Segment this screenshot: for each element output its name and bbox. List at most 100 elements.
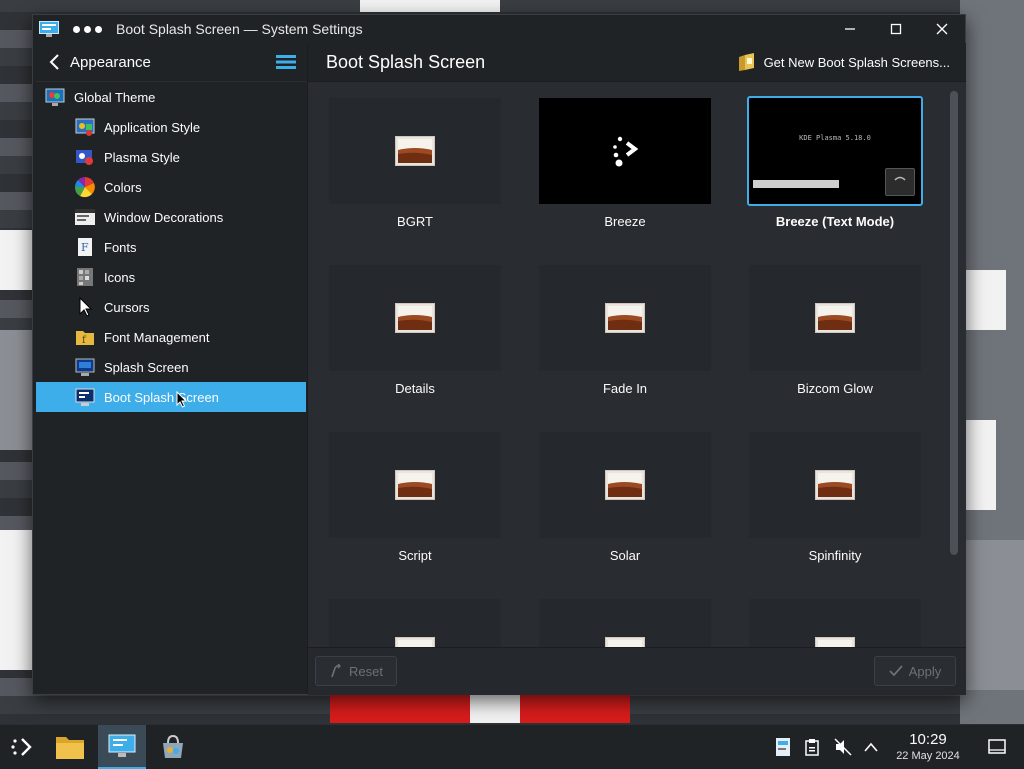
cursors-icon	[79, 296, 93, 317]
clipboard-icon[interactable]	[804, 738, 820, 756]
get-new-button[interactable]: Get New Boot Splash Screens...	[738, 52, 950, 72]
reset-button[interactable]: Reset	[315, 656, 397, 686]
sidebar-item-fonts[interactable]: F Fonts	[36, 232, 306, 262]
back-arrow-icon[interactable]	[48, 54, 62, 70]
hamburger-menu-icon[interactable]	[276, 55, 296, 69]
taskbar-software-center[interactable]	[150, 725, 196, 769]
maximize-button[interactable]	[873, 15, 919, 43]
sidebar-item-application-style[interactable]: Application Style	[36, 112, 306, 142]
sidebar-item-cursors[interactable]: Cursors	[36, 292, 306, 322]
application-style-icon	[75, 118, 95, 136]
theme-thumbnail	[539, 265, 711, 371]
sidebar-item-global-theme[interactable]: Global Theme	[36, 82, 306, 112]
minimize-button[interactable]	[827, 15, 873, 43]
breeze-spinner-icon	[613, 136, 639, 167]
window-title: Boot Splash Screen — System Settings	[116, 21, 363, 37]
launcher-icon	[11, 738, 32, 756]
theme-tile-spinfinity[interactable]: Spinfinity	[745, 428, 925, 568]
mouse-pointer-icon	[176, 391, 187, 408]
sidebar-item-splash-screen[interactable]: Splash Screen	[36, 352, 306, 382]
theme-thumbnail	[329, 599, 501, 647]
theme-thumbnail	[329, 98, 501, 204]
image-placeholder-icon	[815, 470, 855, 500]
sidebar-item-label: Icons	[104, 269, 136, 285]
image-placeholder-icon	[605, 637, 645, 647]
sidebar-header: Appearance	[36, 43, 306, 82]
title-bar[interactable]: Boot Splash Screen — System Settings	[33, 15, 965, 43]
checkmark-icon	[889, 665, 903, 677]
sidebar-item-font-management[interactable]: f Font Management	[36, 322, 306, 352]
fonts-icon: F	[78, 238, 92, 256]
theme-tile-partial[interactable]	[325, 595, 505, 647]
theme-name: BGRT	[397, 214, 433, 229]
digital-clock[interactable]: 10:29 22 May 2024	[888, 731, 968, 763]
image-placeholder-icon	[395, 303, 435, 333]
reset-label: Reset	[349, 663, 383, 679]
theme-name: Script	[398, 548, 432, 563]
theme-tile-details[interactable]: Details	[325, 261, 505, 401]
theme-thumbnail	[539, 432, 711, 538]
theme-thumbnail	[749, 432, 921, 538]
theme-tile-solar[interactable]: Solar	[535, 428, 715, 568]
theme-tile-bizcom-glow[interactable]: Bizcom Glow	[745, 261, 925, 401]
taskbar-file-manager[interactable]	[50, 725, 90, 769]
sidebar-item-icons[interactable]: Icons	[36, 262, 306, 292]
notes-applet-icon[interactable]	[774, 737, 792, 757]
tray-expand-chevron-icon[interactable]	[864, 742, 878, 752]
theme-tile-script[interactable]: Script	[325, 428, 505, 568]
vertical-scrollbar[interactable]	[950, 91, 958, 645]
image-placeholder-icon	[395, 637, 435, 647]
sidebar-item-label: Global Theme	[74, 89, 156, 105]
preview-progress-bar	[753, 180, 839, 188]
theme-thumbnail	[329, 265, 501, 371]
sidebar-item-label: Fonts	[104, 239, 137, 255]
window-menu-dots-icon[interactable]	[73, 25, 102, 33]
theme-tile-breeze-text-mode[interactable]: KDE Plasma 5.18.0 Breeze (Text Mode)	[745, 94, 925, 234]
window-decorations-icon	[75, 209, 95, 225]
sidebar-item-plasma-style[interactable]: Plasma Style	[36, 142, 306, 172]
minimize-icon	[845, 28, 855, 30]
main-content: Boot Splash Screen Get New Boot Splash S…	[307, 43, 966, 695]
show-desktop-button[interactable]	[984, 725, 1010, 769]
sidebar-item-boot-splash-screen[interactable]: Boot Splash Screen	[36, 382, 306, 412]
main-header: Boot Splash Screen Get New Boot Splash S…	[308, 43, 966, 82]
clock-date: 22 May 2024	[896, 750, 960, 762]
theme-name: Bizcom Glow	[797, 381, 873, 396]
theme-thumbnail	[749, 599, 921, 647]
scrollbar-thumb[interactable]	[950, 91, 958, 555]
theme-thumbnail: KDE Plasma 5.18.0	[747, 96, 923, 206]
theme-name: Spinfinity	[808, 548, 862, 563]
show-desktop-icon	[988, 739, 1006, 754]
image-placeholder-icon	[815, 303, 855, 333]
theme-thumbnail	[539, 98, 711, 204]
close-button[interactable]	[919, 15, 965, 43]
image-placeholder-icon	[605, 470, 645, 500]
font-management-icon: f	[76, 331, 94, 346]
theme-thumbnail	[329, 432, 501, 538]
theme-tile-bgrt[interactable]: BGRT	[325, 94, 505, 234]
theme-tile-breeze[interactable]: Breeze	[535, 94, 715, 234]
theme-tile-partial[interactable]	[745, 595, 925, 647]
sidebar-title[interactable]: Appearance	[70, 54, 151, 71]
close-icon	[936, 23, 948, 35]
folder-icon	[56, 737, 84, 759]
theme-thumbnail	[749, 265, 921, 371]
sidebar-item-label: Splash Screen	[104, 359, 189, 375]
theme-name: Breeze	[604, 214, 646, 229]
sidebar: Appearance Global Theme Application Styl…	[36, 43, 306, 694]
system-settings-icon	[108, 734, 136, 757]
sidebar-item-window-decorations[interactable]: Window Decorations	[36, 202, 306, 232]
volume-muted-icon[interactable]	[834, 738, 852, 756]
apply-button[interactable]: Apply	[874, 656, 956, 686]
theme-tile-fade-in[interactable]: Fade In	[535, 261, 715, 401]
sidebar-item-colors[interactable]: Colors	[36, 172, 306, 202]
system-settings-app-icon[interactable]	[39, 21, 59, 37]
reset-icon	[331, 664, 342, 678]
theme-tile-partial[interactable]	[535, 595, 715, 647]
taskbar-system-settings[interactable]	[98, 725, 146, 769]
system-tray	[774, 725, 878, 769]
image-placeholder-icon	[605, 303, 645, 333]
application-launcher-button[interactable]	[0, 725, 44, 769]
colors-icon	[74, 177, 95, 198]
icons-icon	[77, 268, 93, 286]
